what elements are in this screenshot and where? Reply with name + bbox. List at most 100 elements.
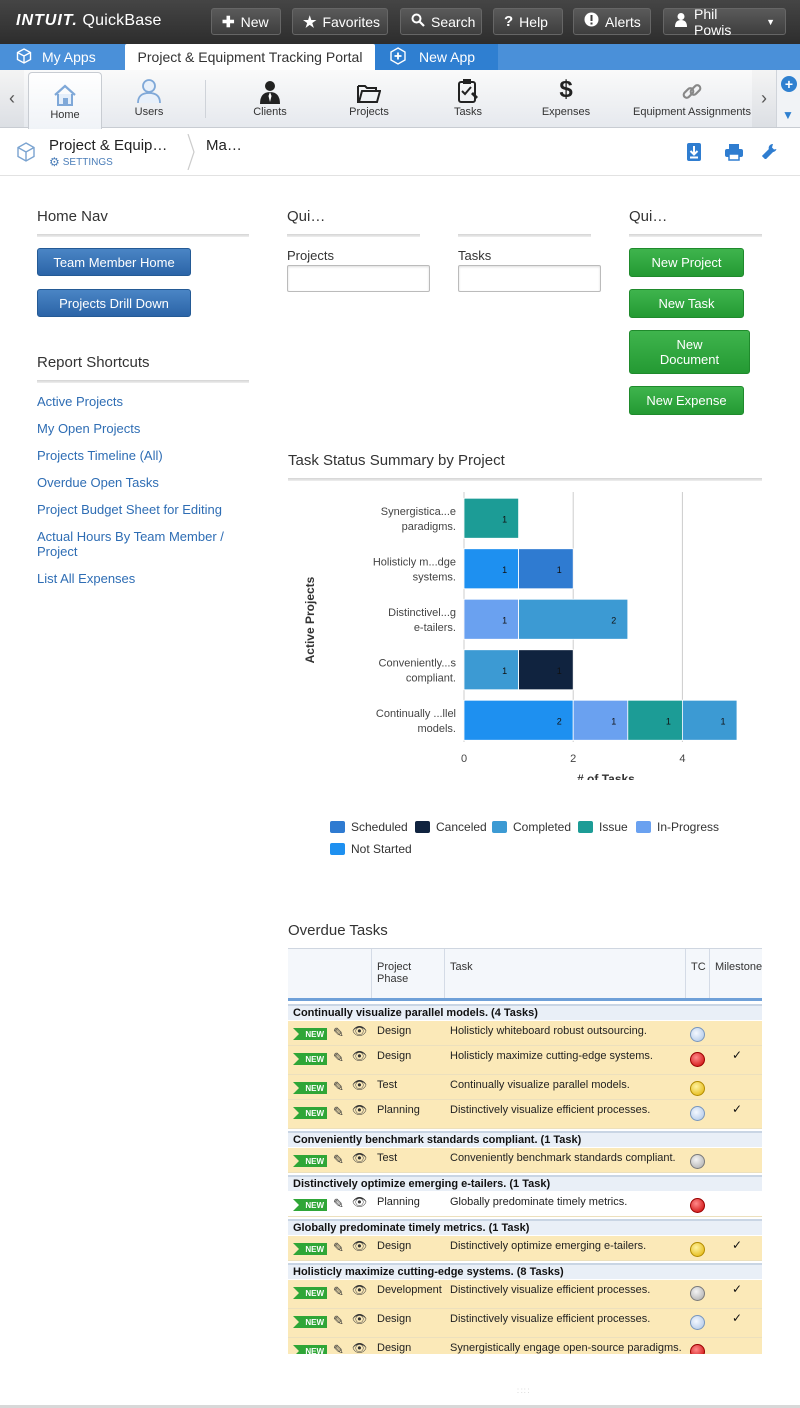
nav-item-expenses[interactable]: $ Expenses — [528, 70, 604, 126]
nav-scroll-right[interactable]: › — [752, 70, 776, 127]
team-member-home-button[interactable]: Team Member Home — [37, 248, 191, 276]
tab-my-apps[interactable]: My Apps — [0, 44, 125, 70]
column-project-phase[interactable]: Project Phase — [371, 949, 444, 998]
edit-pencil-icon[interactable]: ✎ — [333, 1342, 344, 1354]
legend-swatch — [415, 821, 430, 833]
edit-pencil-icon[interactable]: ✎ — [333, 1284, 344, 1300]
legend-item[interactable]: Issue — [578, 820, 628, 834]
column-milestone[interactable]: Milestone — [709, 949, 762, 998]
edit-pencil-icon[interactable]: ✎ — [333, 1079, 344, 1095]
table-row[interactable]: NEW ✎ 👁 Test Conveniently benchmark standard… — [288, 1148, 762, 1173]
table-row[interactable]: NEW ✎ 👁 Planning Globally predominate timely… — [288, 1192, 762, 1217]
nav-item-projects[interactable]: Projects — [331, 70, 407, 126]
legend-label: Completed — [513, 820, 572, 834]
view-eye-icon[interactable]: 👁 — [352, 1283, 367, 1297]
table-row[interactable]: NEW ✎ 👁 Design Synergistically engage open-s… — [288, 1338, 762, 1354]
group-header-row[interactable]: Holisticly maximize cutting-edge systems… — [288, 1263, 762, 1279]
user-menu[interactable]: Phil Powis ▼ — [663, 6, 786, 38]
milestone-check-icon: ✓ — [732, 1311, 743, 1325]
group-header-row[interactable]: Globally predominate timely metrics. (1 … — [288, 1219, 762, 1235]
edit-pencil-icon[interactable]: ✎ — [333, 1196, 344, 1212]
new-project-button[interactable]: New Project — [629, 248, 744, 277]
tab-new-app[interactable]: New App — [375, 44, 498, 70]
projects-search-input[interactable] — [287, 265, 430, 292]
projects-drill-down-button[interactable]: Projects Drill Down — [37, 289, 191, 317]
link-list-all-expenses[interactable]: List All Expenses — [37, 571, 247, 586]
nav-divider — [205, 80, 206, 118]
app-name[interactable]: Project & Equip… — [49, 137, 167, 154]
nav-item-equipment-assignments[interactable]: Equipment Assignments — [630, 70, 754, 126]
nav-item-clients[interactable]: Clients — [232, 70, 308, 126]
alerts-button[interactable]: Alerts — [573, 8, 651, 35]
wrench-icon[interactable] — [761, 143, 778, 162]
column-tc[interactable]: TC — [685, 949, 709, 998]
table-row[interactable]: NEW ✎ 👁 Development Distinctively visualize … — [288, 1280, 762, 1309]
new-task-button[interactable]: New Task — [629, 289, 744, 318]
settings-link[interactable]: ⚙ SETTINGS — [49, 155, 113, 169]
edit-pencil-icon[interactable]: ✎ — [333, 1025, 344, 1041]
new-button[interactable]: ✚ New — [211, 8, 281, 35]
quickbase-logo[interactable]: INTUIT. QuickBase — [16, 12, 162, 30]
view-eye-icon[interactable]: 👁 — [352, 1239, 367, 1253]
group-header-row[interactable]: Continually visualize parallel models. (… — [288, 1004, 762, 1020]
table-row[interactable]: NEW ✎ 👁 Design Distinctively optimize emergi… — [288, 1236, 762, 1261]
x-tick-label: 4 — [679, 753, 685, 765]
legend-item[interactable]: Completed — [492, 820, 571, 834]
edit-pencil-icon[interactable]: ✎ — [333, 1050, 344, 1066]
view-eye-icon[interactable]: 👁 — [352, 1195, 367, 1209]
link-my-open-projects[interactable]: My Open Projects — [37, 421, 247, 436]
task-cell: Holisticly whiteboard robust outsourcing… — [450, 1025, 647, 1037]
favorites-button[interactable]: ★ Favorites — [292, 8, 388, 35]
column-task[interactable]: Task — [444, 949, 685, 998]
legend-item[interactable]: Canceled — [415, 820, 487, 834]
view-eye-icon[interactable]: 👁 — [352, 1341, 367, 1354]
add-table-icon[interactable]: + — [781, 76, 797, 92]
table-row[interactable]: NEW ✎ 👁 Planning Distinctively visualize eff… — [288, 1100, 762, 1129]
nav-item-tasks[interactable]: Tasks — [430, 70, 506, 126]
milestone-check-icon: ✓ — [732, 1238, 743, 1252]
view-eye-icon[interactable]: 👁 — [352, 1049, 367, 1063]
new-expense-button[interactable]: New Expense — [629, 386, 744, 415]
table-row[interactable]: NEW ✎ 👁 Test Continually visualize parallel … — [288, 1075, 762, 1100]
table-row[interactable]: NEW ✎ 👁 Design Holisticly maximize cutting-e… — [288, 1046, 762, 1075]
link-projects-timeline[interactable]: Projects Timeline (All) — [37, 448, 247, 463]
table-row[interactable]: NEW ✎ 👁 Design Holisticly whiteboard robust … — [288, 1021, 762, 1046]
link-overdue-open-tasks[interactable]: Overdue Open Tasks — [37, 475, 247, 490]
legend-item[interactable]: Not Started — [330, 842, 412, 856]
view-eye-icon[interactable]: 👁 — [352, 1312, 367, 1326]
edit-pencil-icon[interactable]: ✎ — [333, 1104, 344, 1120]
edit-pencil-icon[interactable]: ✎ — [333, 1240, 344, 1256]
view-eye-icon[interactable]: 👁 — [352, 1103, 367, 1117]
edit-pencil-icon[interactable]: ✎ — [333, 1313, 344, 1329]
group-header-row[interactable]: Distinctively optimize emerging e-tailer… — [288, 1175, 762, 1191]
view-eye-icon[interactable]: 👁 — [352, 1024, 367, 1038]
print-icon[interactable] — [724, 143, 744, 164]
view-eye-icon[interactable]: 👁 — [352, 1078, 367, 1092]
y-tick-label: Distinctivel...g e-tailers. — [388, 607, 456, 634]
users-icon — [112, 70, 186, 104]
tab-portal[interactable]: Project & Equipment Tracking Portal — [125, 44, 375, 70]
link-active-projects[interactable]: Active Projects — [37, 394, 247, 409]
link-actual-hours[interactable]: Actual Hours By Team Member / Project — [37, 529, 237, 559]
expand-down-icon[interactable]: ▼ — [782, 108, 794, 122]
legend-item[interactable]: In-Progress — [636, 820, 719, 834]
download-icon[interactable] — [686, 142, 702, 165]
nav-item-home[interactable]: Home — [28, 72, 102, 129]
link-project-budget-sheet[interactable]: Project Budget Sheet for Editing — [37, 502, 247, 517]
project-phase-cell: Planning — [377, 1104, 420, 1116]
y-tick-label: Synergistica...e paradigms. — [381, 506, 456, 533]
task-status-chart-svg: 0 2 4 Synergistica...e paradigms. 1 Holisticly… — [303, 492, 738, 786]
legend-item[interactable]: Scheduled — [330, 820, 408, 834]
group-header-row[interactable]: Conveniently benchmark standards complia… — [288, 1131, 762, 1147]
bar-segment — [463, 548, 519, 590]
tasks-search-input[interactable] — [458, 265, 601, 292]
help-button[interactable]: ? Help — [493, 8, 563, 35]
nav-scroll-left[interactable]: ‹ — [0, 70, 24, 127]
edit-pencil-icon[interactable]: ✎ — [333, 1152, 344, 1168]
bar-value-label: 1 — [502, 615, 507, 625]
new-document-button[interactable]: New Document — [629, 330, 750, 374]
nav-item-users[interactable]: Users — [112, 70, 186, 126]
table-row[interactable]: NEW ✎ 👁 Design Distinctively visualize effic… — [288, 1309, 762, 1338]
view-eye-icon[interactable]: 👁 — [352, 1151, 367, 1165]
search-button[interactable]: Search — [400, 8, 482, 35]
